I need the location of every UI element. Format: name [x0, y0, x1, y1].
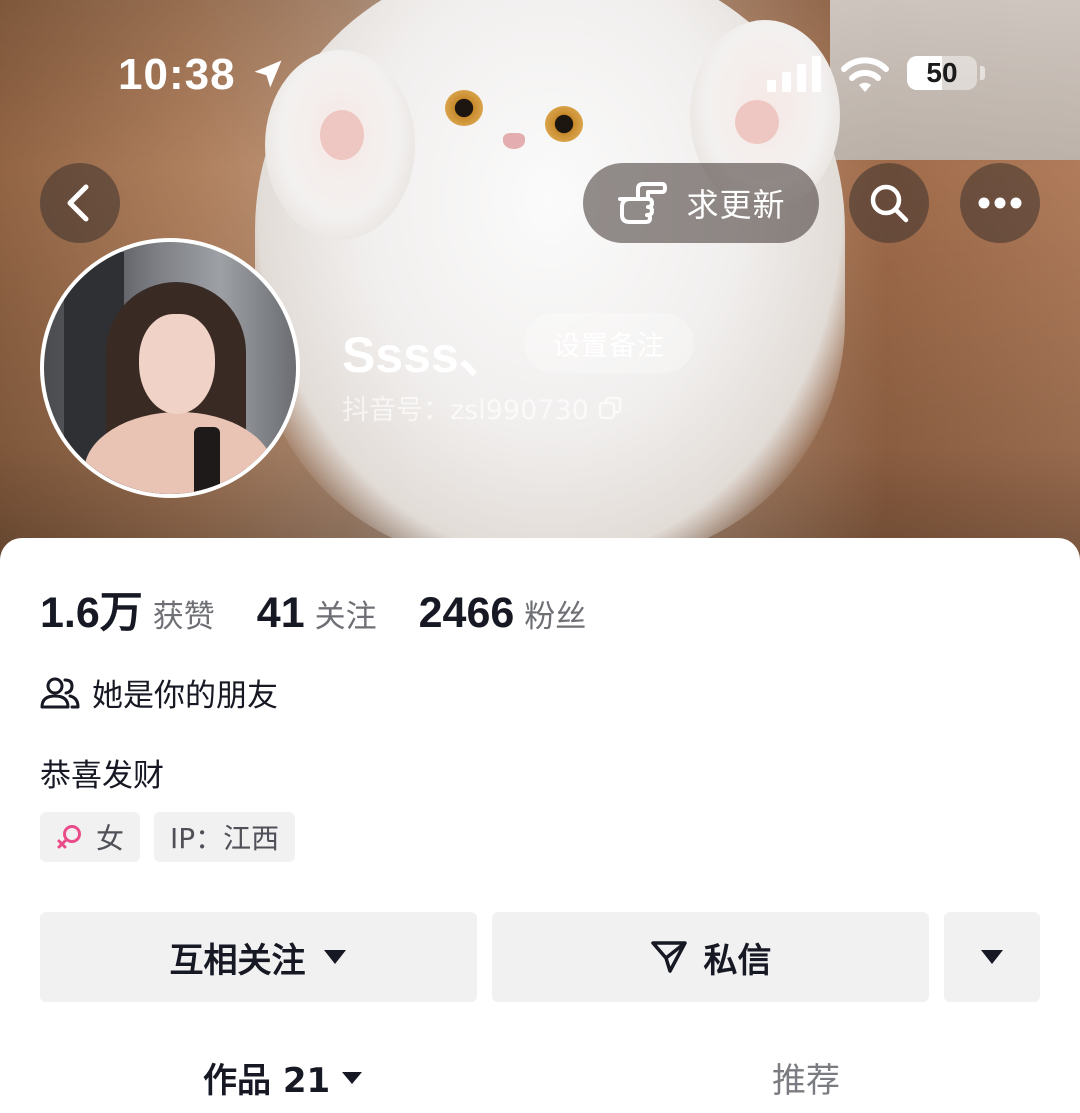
message-label: 私信: [703, 940, 772, 981]
back-button[interactable]: [40, 163, 120, 243]
tab-recommend-label: 推荐: [772, 1061, 840, 1101]
more-actions-dropdown[interactable]: [944, 912, 1040, 1002]
friends-icon: [40, 677, 80, 708]
battery-percent: 50: [926, 57, 958, 88]
profile-info-sheet: 1.6万 获赞 41 关注 2466 粉丝 她是你的朋友 恭喜发财 女 IP：江…: [0, 538, 1080, 1101]
douyin-id-text: 抖音号：zsl990730: [342, 395, 589, 426]
gender-label: 女: [96, 822, 125, 855]
caret-down-icon: [342, 1071, 363, 1084]
cellular-signal-icon: [767, 56, 821, 92]
profile-tags: 女 IP：江西: [40, 812, 296, 862]
status-bar: 10:38 50: [0, 50, 1080, 100]
wifi-icon: [841, 57, 889, 92]
tab-works-label: 作品 21: [203, 1061, 331, 1101]
more-dots-icon: [978, 197, 1022, 209]
stat-followers[interactable]: 2466 粉丝: [419, 589, 587, 638]
friend-relation: 她是你的朋友: [40, 670, 278, 715]
location-arrow-icon: [254, 60, 282, 88]
request-update-button[interactable]: 求更新: [583, 163, 819, 243]
stat-likes-value: 1.6万: [40, 589, 143, 637]
caret-down-icon: [323, 950, 346, 964]
female-icon: [57, 825, 81, 849]
chevron-left-icon: [67, 184, 89, 222]
ip-location-label: IP：江西: [170, 822, 280, 855]
cat-nose: [503, 133, 525, 149]
stat-likes-label: 获赞: [152, 599, 215, 635]
douyin-id[interactable]: 抖音号：zsl990730: [342, 388, 623, 427]
profile-actions: 互相关注 私信: [40, 912, 1040, 1002]
profile-nickname: Ssss、: [342, 327, 509, 383]
search-icon: [870, 184, 909, 223]
send-message-icon: [650, 941, 687, 973]
stat-followers-value: 2466: [418, 589, 515, 637]
message-button[interactable]: 私信: [492, 912, 929, 1002]
copy-icon[interactable]: [597, 395, 623, 421]
gender-tag: 女: [40, 812, 141, 862]
stat-followers-label: 粉丝: [524, 599, 587, 635]
content-tabs: 作品 21 推荐: [0, 1053, 1080, 1113]
ip-location-tag: IP：江西: [154, 812, 296, 862]
set-remark-button[interactable]: 设置备注: [524, 313, 694, 373]
search-button[interactable]: [849, 163, 929, 243]
profile-stats: 1.6万 获赞 41 关注 2466 粉丝: [40, 578, 628, 640]
mutual-follow-button[interactable]: 互相关注: [40, 912, 477, 1002]
stat-likes[interactable]: 1.6万 获赞: [40, 578, 215, 640]
more-options-button[interactable]: [960, 163, 1040, 243]
caret-down-icon: [981, 950, 1003, 964]
status-time: 10:38: [118, 50, 236, 99]
stat-following-label: 关注: [314, 599, 377, 635]
cat-right-eye: [545, 106, 583, 142]
mutual-follow-label: 互相关注: [169, 940, 306, 981]
battery-cap: [980, 66, 985, 80]
avatar[interactable]: [40, 238, 300, 498]
pointing-hand-icon: [618, 182, 668, 224]
stat-following[interactable]: 41 关注: [257, 589, 377, 638]
tab-works[interactable]: 作品 21: [203, 1053, 364, 1102]
tab-recommend[interactable]: 推荐: [772, 1053, 840, 1102]
stat-following-value: 41: [256, 589, 305, 637]
request-update-label: 求更新: [686, 186, 786, 224]
friend-relation-text: 她是你的朋友: [92, 678, 278, 714]
battery-indicator: 50: [907, 56, 977, 90]
profile-bio: 恭喜发财: [40, 758, 164, 794]
